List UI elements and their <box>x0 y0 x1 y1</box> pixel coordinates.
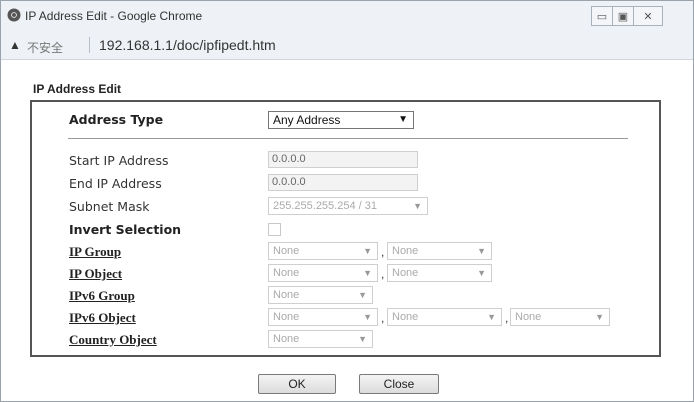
invert-selection-checkbox[interactable] <box>268 223 281 236</box>
country-object-link[interactable]: Country Object <box>69 332 157 348</box>
ip-group-select-2[interactable]: None ▼ <box>387 242 492 260</box>
subnet-mask-value: 255.255.255.254 / 31 <box>273 200 377 212</box>
ipv6-object-link[interactable]: IPv6 Object <box>69 310 136 326</box>
ipv6-object-value-3: None <box>515 311 542 323</box>
window-controls: ▭ ▣ ✕ <box>591 6 663 26</box>
chevron-down-icon: ▼ <box>398 114 408 125</box>
end-ip-input[interactable]: 0.0.0.0 <box>268 174 418 191</box>
ipv6-object-select-3[interactable]: None ▼ <box>510 308 610 326</box>
ip-object-value-2: None <box>392 267 419 279</box>
title-bar: IP Address Edit - Google Chrome ▭ ▣ ✕ <box>1 1 693 31</box>
ip-object-link[interactable]: IP Object <box>69 266 122 282</box>
start-ip-input[interactable]: 0.0.0.0 <box>268 151 418 168</box>
country-object-value: None <box>273 333 300 345</box>
address-bar: ▲ 不安全 192.168.1.1/doc/ipfipedt.htm <box>1 31 693 60</box>
country-object-select[interactable]: None ▼ <box>268 330 373 348</box>
subnet-mask-label: Subnet Mask <box>69 199 150 214</box>
chevron-down-icon: ▼ <box>413 201 422 211</box>
ipv6-object-select-1[interactable]: None ▼ <box>268 308 378 326</box>
chevron-down-icon: ▼ <box>595 312 604 322</box>
start-ip-label: Start IP Address <box>69 153 169 168</box>
ok-button[interactable]: OK <box>258 374 336 394</box>
chevron-down-icon: ▼ <box>358 290 367 300</box>
ip-address-edit-panel: Address Type Any Address ▼ Start IP Addr… <box>30 100 661 357</box>
browser-window: IP Address Edit - Google Chrome ▭ ▣ ✕ ▲ … <box>0 0 694 402</box>
ip-object-select-2[interactable]: None ▼ <box>387 264 492 282</box>
url-text[interactable]: 192.168.1.1/doc/ipfipedt.htm <box>99 37 276 53</box>
ipv6-group-link[interactable]: IPv6 Group <box>69 288 135 304</box>
security-label: 不安全 <box>27 41 64 55</box>
window-title: IP Address Edit - Google Chrome <box>25 9 203 23</box>
ipv6-group-value: None <box>273 289 300 301</box>
divider <box>68 138 628 139</box>
chevron-down-icon: ▼ <box>363 246 372 256</box>
separator: , <box>505 311 509 325</box>
ip-group-link[interactable]: IP Group <box>69 244 121 260</box>
ip-group-value-1: None <box>273 245 300 257</box>
chrome-logo-icon <box>7 8 21 22</box>
close-button[interactable]: Close <box>359 374 439 394</box>
ip-object-select-1[interactable]: None ▼ <box>268 264 378 282</box>
chevron-down-icon: ▼ <box>358 334 367 344</box>
end-ip-label: End IP Address <box>69 176 162 191</box>
ipv6-object-value-1: None <box>273 311 300 323</box>
address-type-value: Any Address <box>273 113 341 127</box>
ip-object-value-1: None <box>273 267 300 279</box>
subnet-mask-select[interactable]: 255.255.255.254 / 31 ▼ <box>268 197 428 215</box>
chevron-down-icon: ▼ <box>363 312 372 322</box>
separator: , <box>381 267 385 281</box>
address-divider <box>89 37 90 53</box>
chevron-down-icon: ▼ <box>477 246 486 256</box>
maximize-button[interactable]: ▣ <box>613 7 634 25</box>
separator: , <box>381 245 385 259</box>
ip-group-select-1[interactable]: None ▼ <box>268 242 378 260</box>
warning-triangle-icon: ▲ <box>9 38 21 52</box>
separator: , <box>381 311 385 325</box>
ipv6-object-select-2[interactable]: None ▼ <box>387 308 502 326</box>
ipv6-group-select[interactable]: None ▼ <box>268 286 373 304</box>
page-title: IP Address Edit <box>33 82 122 96</box>
chevron-down-icon: ▼ <box>477 268 486 278</box>
invert-selection-label: Invert Selection <box>69 222 182 237</box>
minimize-button[interactable]: ▭ <box>592 7 613 25</box>
address-type-label: Address Type <box>69 112 164 127</box>
close-window-button[interactable]: ✕ <box>634 7 662 25</box>
ipv6-object-value-2: None <box>392 311 419 323</box>
ip-group-value-2: None <box>392 245 419 257</box>
chevron-down-icon: ▼ <box>363 268 372 278</box>
chevron-down-icon: ▼ <box>487 312 496 322</box>
address-type-select[interactable]: Any Address ▼ <box>268 111 414 129</box>
